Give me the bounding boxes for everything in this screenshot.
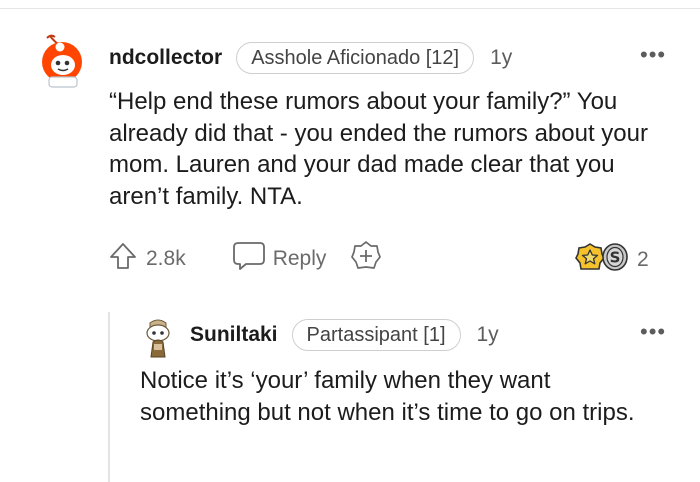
comment-body: “Help end these rumors about your family… (109, 88, 648, 210)
snoo-avatar-icon[interactable] (36, 32, 86, 88)
comment-body: Notice it’s ‘your’ family when they want… (140, 367, 635, 426)
more-horizontal-icon[interactable]: ••• (640, 44, 666, 66)
give-award-button[interactable] (350, 240, 382, 278)
award-display[interactable]: S 2 (575, 242, 649, 278)
reply-button[interactable]: Reply (232, 241, 327, 277)
user-flair: Partassipant [1] (291, 319, 461, 351)
silver-coin-award-icon: S (601, 242, 629, 278)
thread-line[interactable] (108, 312, 110, 482)
svg-text:S: S (610, 249, 621, 267)
award-count: 2 (637, 248, 649, 271)
comment-header: ndcollector Asshole Aficionado [12] 1y (109, 42, 512, 74)
username[interactable]: Suniltaki (190, 323, 278, 347)
comment-age: 1y (476, 323, 499, 346)
plus-award-icon (350, 240, 382, 278)
upvote-button[interactable]: 2.8k (108, 241, 186, 277)
vote-count: 2.8k (146, 247, 186, 270)
speech-bubble-icon (232, 241, 266, 277)
user-flair: Asshole Aficionado [12] (236, 42, 475, 74)
comment-actions: 2.8k Reply (108, 240, 382, 278)
upvote-arrow-icon[interactable] (108, 241, 138, 277)
comment-age: 1y (490, 46, 513, 69)
top-divider (0, 8, 700, 9)
username[interactable]: ndcollector (109, 46, 222, 70)
snoo-avatar-icon[interactable] (142, 317, 174, 359)
comment-header: Suniltaki Partassipant [1] 1y (190, 319, 499, 351)
reply-label: Reply (272, 247, 327, 270)
more-horizontal-icon[interactable]: ••• (640, 321, 666, 343)
